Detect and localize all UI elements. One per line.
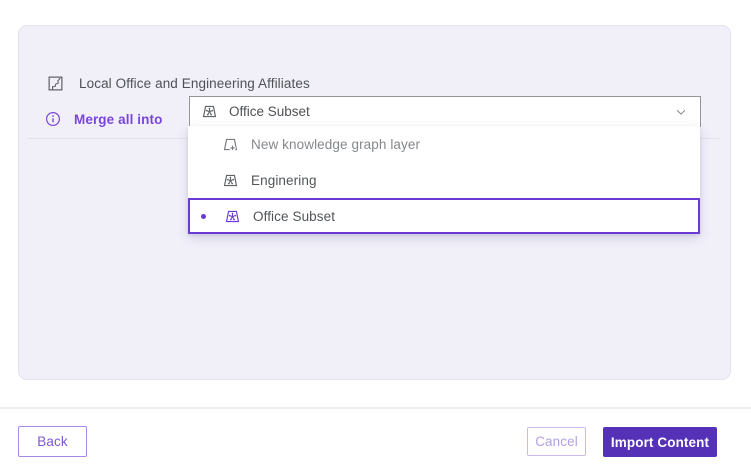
knowledge-graph-layer-icon [201,103,218,120]
menu-item-office-subset[interactable]: Office Subset [188,198,700,234]
content-item-label: Local Office and Engineering Affiliates [79,76,310,91]
back-button-label: Back [37,434,67,449]
merge-target-dropdown-menu: New knowledge graph layer Enginering [188,126,700,234]
import-content-button[interactable]: Import Content [603,427,717,457]
info-icon [45,111,61,127]
chevron-down-icon [674,105,688,119]
cancel-button[interactable]: Cancel [527,427,586,456]
merge-target-select[interactable]: Office Subset [189,96,701,127]
menu-item-enginering[interactable]: Enginering [188,162,700,198]
menu-item-label: New knowledge graph layer [251,137,420,152]
menu-item-label: Enginering [251,173,317,188]
content-item-map-area-icon [47,75,64,92]
menu-item-label: Office Subset [253,209,335,224]
footer-divider [0,407,751,409]
content-item-row: Local Office and Engineering Affiliates [47,74,310,92]
knowledge-graph-layer-icon [224,208,241,225]
back-button[interactable]: Back [18,426,87,457]
merge-row: Merge all into [45,111,162,127]
knowledge-graph-layer-icon [222,172,239,189]
new-knowledge-graph-layer-icon [222,136,239,153]
import-content-button-label: Import Content [611,435,709,450]
menu-item-new-knowledge-graph-layer[interactable]: New knowledge graph layer [188,126,700,162]
merge-all-into-label: Merge all into [74,112,162,127]
cancel-button-label: Cancel [535,434,578,449]
select-current-value: Office Subset [229,104,674,119]
selected-item-bullet [201,214,206,219]
import-dialog: { "panel": { "item": { "label": "Local O… [0,0,751,470]
